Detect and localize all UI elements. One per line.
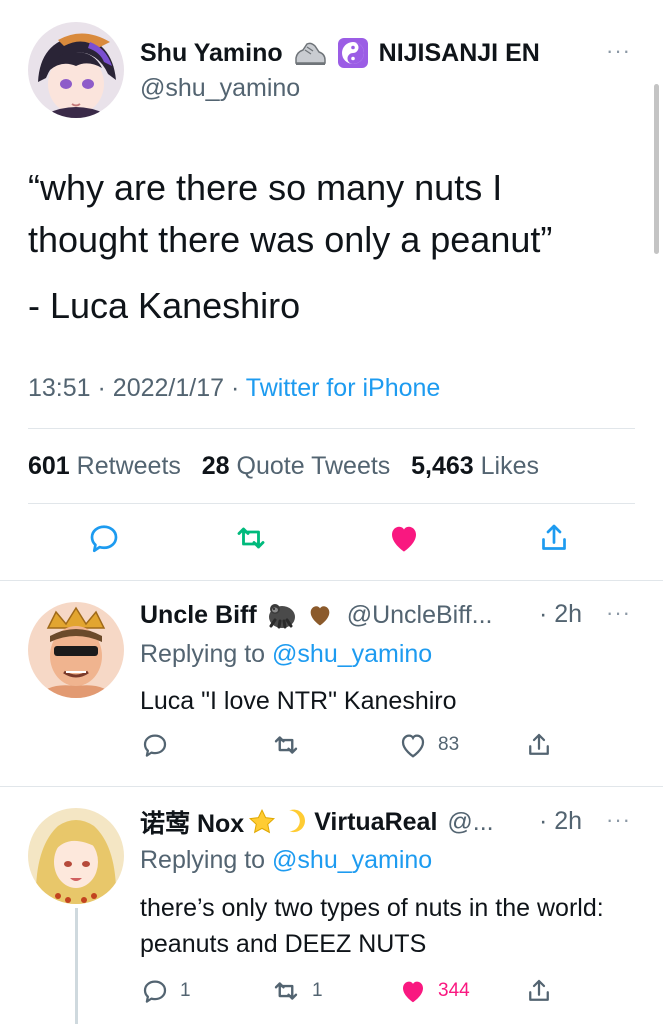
- retweet-button[interactable]: 1: [270, 976, 323, 1006]
- reply-time[interactable]: · 2h: [539, 600, 582, 629]
- divider: [0, 580, 663, 581]
- tweet-text: “why are there so many nuts I thought th…: [28, 162, 628, 346]
- more-options-icon[interactable]: ···: [606, 38, 631, 64]
- quote-tweets-count: 28: [201, 452, 230, 480]
- author-name-row[interactable]: Shu Yamino NIJISANJI EN: [140, 36, 540, 70]
- retweet-button[interactable]: [270, 730, 312, 760]
- retweets-label: Retweets: [76, 452, 181, 480]
- share-button[interactable]: [524, 730, 554, 760]
- more-options-icon[interactable]: ···: [606, 807, 631, 833]
- tweet-actions: [0, 520, 663, 570]
- tweet-date: 2022/1/17: [112, 374, 225, 402]
- replying-to-label: Replying to: [140, 846, 273, 874]
- affiliation: VirtuaReal: [314, 807, 438, 836]
- divider: [0, 786, 663, 787]
- replying-to: Replying to @shu_yamino: [140, 846, 432, 875]
- heart-outline-icon: [401, 734, 425, 758]
- more-options-icon[interactable]: ···: [606, 600, 631, 626]
- scrollbar[interactable]: [654, 84, 659, 254]
- display-name[interactable]: Shu Yamino: [140, 39, 283, 68]
- retweet-icon: [237, 527, 265, 549]
- meta-separator: ·: [230, 374, 240, 402]
- reply-button[interactable]: 1: [140, 976, 191, 1006]
- replying-to-label: Replying to: [140, 640, 273, 668]
- reply-icon: [143, 980, 167, 1003]
- tweet-text-line: - Luca Kaneshiro: [28, 285, 301, 326]
- quote-tweets-stat[interactable]: 28 Quote Tweets: [202, 452, 391, 480]
- retweet-count: 1: [312, 980, 323, 1001]
- reply-button[interactable]: [86, 520, 122, 556]
- like-count: 344: [438, 980, 470, 1001]
- retweets-stat[interactable]: 601 Retweets: [28, 452, 181, 480]
- reply-handle[interactable]: @...: [447, 808, 493, 837]
- avatar[interactable]: [28, 22, 124, 118]
- quote-tweets-label: Quote Tweets: [236, 452, 391, 480]
- tweet-meta: 13:51 · 2022/1/17 · Twitter for iPhone: [28, 374, 440, 403]
- meta-separator: ·: [97, 374, 106, 402]
- tweet-time: 13:51: [28, 374, 91, 402]
- share-icon: [542, 524, 566, 550]
- reply-author-row[interactable]: 诺莺 Nox VirtuaReal @...: [140, 805, 494, 839]
- reply-count: 1: [180, 980, 191, 1001]
- affiliation: NIJISANJI EN: [378, 38, 540, 67]
- display-name[interactable]: 诺莺 Nox: [140, 804, 244, 840]
- like-button[interactable]: [386, 520, 422, 556]
- share-icon: [529, 733, 549, 755]
- likes-count: 5,463: [411, 452, 474, 480]
- reply-author-row[interactable]: Uncle Biff @UncleBiff...: [140, 598, 493, 632]
- likes-stat[interactable]: 5,463 Likes: [411, 452, 539, 480]
- heart-filled-icon: [403, 981, 423, 1003]
- replying-to-link[interactable]: @shu_yamino: [272, 640, 432, 668]
- share-button[interactable]: [536, 520, 572, 556]
- likes-label: Likes: [480, 452, 540, 480]
- reply-actions: 83: [0, 730, 663, 764]
- author-handle[interactable]: @shu_yamino: [140, 74, 300, 103]
- share-button[interactable]: [524, 976, 554, 1006]
- avatar[interactable]: [28, 808, 124, 904]
- avatar[interactable]: [28, 602, 124, 698]
- tweet-text-line: “why are there so many nuts I thought th…: [28, 167, 553, 260]
- reply-button[interactable]: [140, 730, 180, 760]
- replying-to-link[interactable]: @shu_yamino: [272, 846, 432, 874]
- heart-filled-icon: [392, 526, 416, 552]
- replying-to: Replying to @shu_yamino: [140, 640, 432, 669]
- yin-yang-icon: [337, 37, 369, 69]
- brown-heart-icon: [305, 601, 335, 629]
- reply-text: there’s only two types of nuts in the wo…: [140, 894, 604, 958]
- reply-icon: [143, 734, 167, 757]
- reply-text: Luca "I love NTR" Kaneshiro: [140, 687, 457, 715]
- like-count: 83: [438, 734, 460, 755]
- divider: [28, 428, 635, 429]
- like-button[interactable]: 83: [398, 730, 459, 760]
- tweet-stats: 601 Retweets 28 Quote Tweets 5,463 Likes: [28, 452, 539, 481]
- display-name[interactable]: Uncle Biff: [140, 601, 257, 630]
- retweet-button[interactable]: [232, 520, 270, 556]
- retweet-icon: [274, 736, 298, 754]
- sneaker-icon: [293, 38, 327, 68]
- retweet-icon: [274, 982, 298, 1000]
- reply-time[interactable]: · 2h: [539, 807, 582, 836]
- share-icon: [529, 979, 549, 1001]
- tweet-source-link[interactable]: Twitter for iPhone: [246, 374, 441, 402]
- reply-handle[interactable]: @UncleBiff...: [347, 601, 493, 630]
- divider: [28, 503, 635, 504]
- like-button[interactable]: 344: [398, 976, 470, 1006]
- gorilla-icon: [265, 600, 299, 630]
- star-icon: [246, 807, 278, 837]
- retweets-count: 601: [28, 452, 70, 480]
- crescent-moon-icon: [282, 807, 312, 837]
- reply-icon: [90, 525, 118, 553]
- reply-actions: 1 1 344: [0, 976, 663, 1010]
